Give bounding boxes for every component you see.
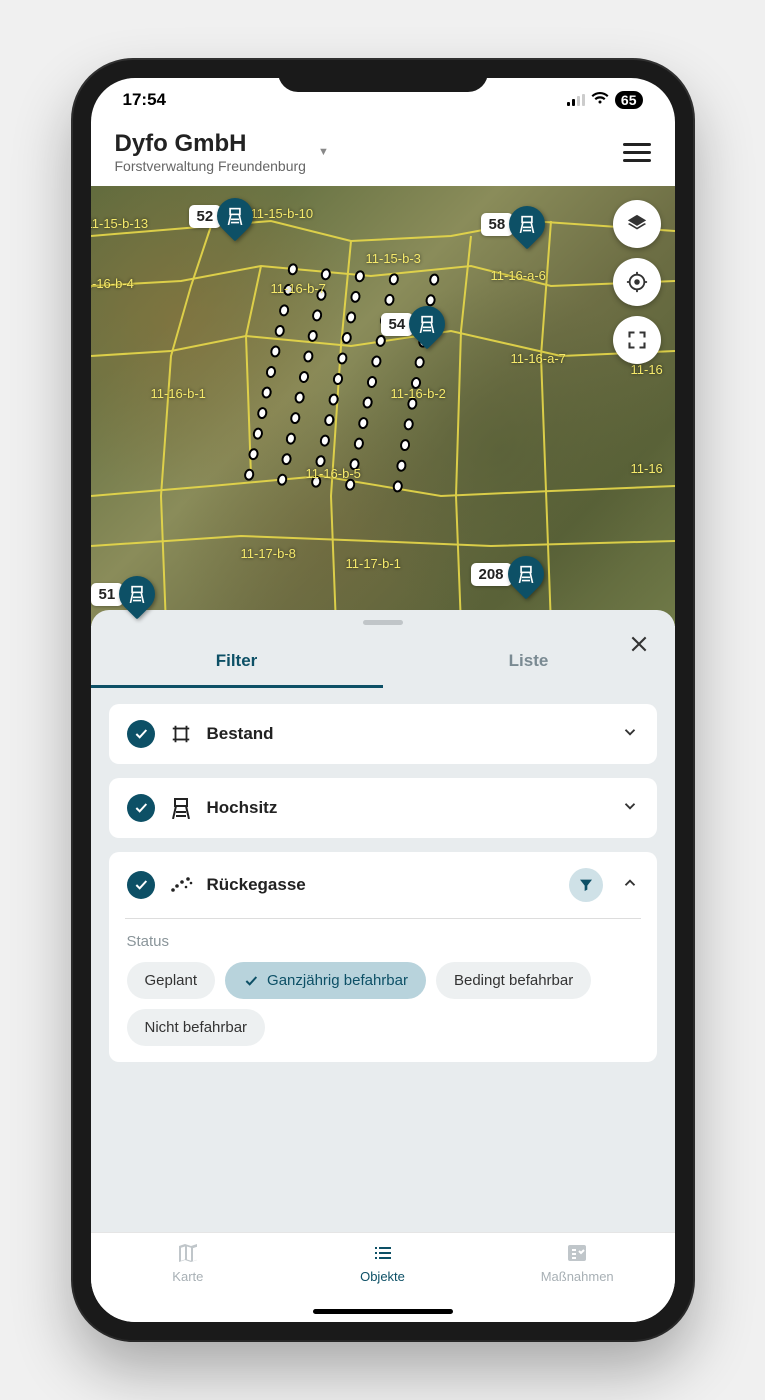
category-label: Rückegasse <box>207 875 555 895</box>
pin-label: 208 <box>471 563 512 586</box>
map-view[interactable]: 11-15-b-10 11-15-b-13 11-15-b-3 11-16-a-6 11… <box>91 186 675 626</box>
nav-label: Objekte <box>360 1269 405 1284</box>
parcel-label: 11-17-b-8 <box>241 546 296 561</box>
parcel-label: 11-16-a-7 <box>511 351 566 366</box>
checkmark-icon <box>127 794 155 822</box>
sheet-grabber[interactable] <box>363 620 403 625</box>
pin-marker-icon <box>500 549 551 600</box>
parcel-label: 11-16 <box>631 362 663 377</box>
org-title[interactable]: Dyfo GmbH <box>115 130 306 158</box>
parcel-label: 11-17-b-1 <box>346 556 401 571</box>
status-section-title: Status <box>127 933 639 950</box>
home-indicator[interactable] <box>313 1309 453 1314</box>
chevron-down-icon <box>621 797 639 820</box>
cellular-signal-icon <box>567 94 585 106</box>
category-rueckegasse: Rückegasse Status Geplant Ganzjährig befa… <box>109 852 657 1062</box>
screen: 17:54 65 Dyfo GmbH Forstverwaltung Freun… <box>91 78 675 1322</box>
parcel-label: 11-16 <box>631 461 663 476</box>
bestand-icon <box>169 723 193 745</box>
menu-button[interactable] <box>623 143 651 162</box>
chevron-up-icon <box>621 874 639 897</box>
checkmark-icon <box>243 973 259 989</box>
nav-massnahmen[interactable]: Maßnahmen <box>480 1241 675 1322</box>
fullscreen-button[interactable] <box>613 316 661 364</box>
hochsitz-icon <box>169 797 193 819</box>
battery-indicator: 65 <box>615 91 643 109</box>
chip-label: Ganzjährig befahrbar <box>267 972 408 989</box>
parcel-label: 11-16-a-6 <box>491 268 546 283</box>
parcel-label: 11-16-b-1 <box>151 386 206 401</box>
status-chip[interactable]: Ganzjährig befahrbar <box>225 962 426 999</box>
category-label: Hochsitz <box>207 798 607 818</box>
parcel-label: 11-15-b-3 <box>366 251 421 266</box>
status-bar: 17:54 65 <box>91 78 675 122</box>
map-pin[interactable]: 208 <box>471 556 544 592</box>
map-pin[interactable]: 58 <box>481 206 546 242</box>
status-chip[interactable]: Geplant <box>127 962 216 999</box>
checkmark-icon <box>127 720 155 748</box>
map-pin[interactable]: 52 <box>189 198 254 234</box>
app-header: Dyfo GmbH Forstverwaltung Freundenburg ▼ <box>91 122 675 186</box>
parcel-label: 11-16-b-5 <box>306 466 361 481</box>
chevron-down-icon[interactable]: ▼ <box>318 146 329 158</box>
chevron-down-icon <box>621 723 639 746</box>
status-chip[interactable]: Nicht befahrbar <box>127 1009 266 1046</box>
org-subtitle: Forstverwaltung Freundenburg <box>115 158 306 174</box>
category-bestand[interactable]: Bestand <box>109 704 657 764</box>
category-row[interactable]: Rückegasse <box>127 868 639 902</box>
pin-marker-icon <box>210 191 261 242</box>
pin-marker-icon <box>502 199 553 250</box>
filter-button[interactable] <box>569 868 603 902</box>
category-label: Bestand <box>207 724 607 744</box>
rueckegasse-icon <box>169 876 193 894</box>
locate-button[interactable] <box>613 258 661 306</box>
status-time: 17:54 <box>123 90 166 110</box>
nav-label: Karte <box>172 1269 203 1284</box>
nav-label: Maßnahmen <box>541 1269 614 1284</box>
layers-button[interactable] <box>613 200 661 248</box>
status-chip[interactable]: Bedingt befahrbar <box>436 962 591 999</box>
parcel-label: 11-16-b-7 <box>271 281 326 296</box>
sheet-tabs: Filter Liste <box>91 637 675 688</box>
parcel-label: 11-16-b-2 <box>391 386 446 401</box>
parcel-label: 11-15-b-13 <box>91 216 149 231</box>
parcel-label: 11-16-b-4 <box>91 276 134 291</box>
nav-karte[interactable]: Karte <box>91 1241 286 1322</box>
pin-marker-icon <box>402 299 453 350</box>
tab-filter[interactable]: Filter <box>91 637 383 688</box>
map-pin[interactable]: 54 <box>381 306 446 342</box>
close-button[interactable] <box>623 628 655 660</box>
category-hochsitz[interactable]: Hochsitz <box>109 778 657 838</box>
map-pin[interactable]: 51 <box>91 576 156 612</box>
checkmark-icon <box>127 871 155 899</box>
wifi-icon <box>591 90 609 110</box>
filter-sheet: Filter Liste Bestand <box>91 610 675 1232</box>
parcel-label: 11-15-b-10 <box>251 206 314 221</box>
device-frame: 17:54 65 Dyfo GmbH Forstverwaltung Freun… <box>73 60 693 1340</box>
divider <box>125 918 641 919</box>
